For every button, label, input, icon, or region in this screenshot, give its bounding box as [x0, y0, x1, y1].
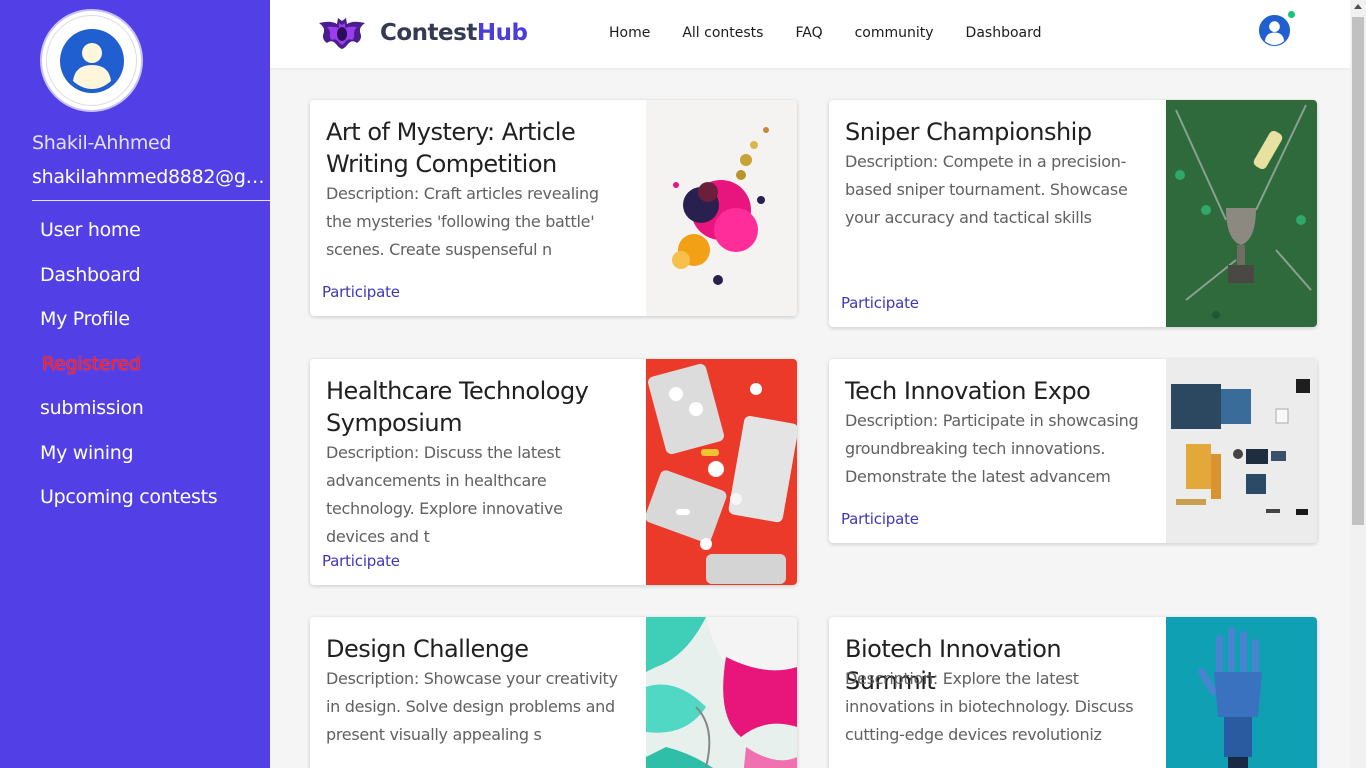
contest-image [1166, 100, 1317, 327]
contest-title: Art of Mystery: Article Writing Competit… [326, 118, 576, 178]
contest-card: Tech Innovation Expo Description: Partic… [829, 359, 1317, 543]
logo[interactable]: ContestHub [317, 17, 528, 49]
nav-all-contests[interactable]: All contests [682, 25, 763, 41]
sidebar-item-dashboard[interactable]: Dashboard [40, 253, 217, 298]
user-name: Shakil-Ahhmed [32, 132, 172, 154]
sidebar-item-my-wining[interactable]: My wining [40, 431, 217, 476]
online-status-dot [1288, 11, 1295, 18]
contest-description: Description: Explore the latest innovati… [845, 669, 1134, 744]
top-nav: Home All contests FAQ community Dashboar… [609, 25, 1042, 41]
profile-avatar[interactable] [40, 9, 143, 112]
sidebar-nav: User home Dashboard My Profile Registere… [40, 208, 218, 520]
user-avatar-icon [59, 28, 124, 93]
contest-title: Tech Innovation Expo [845, 377, 1091, 405]
logo-text: ContestHub [380, 20, 528, 46]
participate-button[interactable]: Participate [841, 294, 919, 312]
nav-community[interactable]: community [855, 25, 934, 41]
user-email: shakilahmmed8882@gma... [32, 166, 270, 188]
contest-title: Healthcare Technology Symposium [326, 377, 589, 437]
contest-description: Description: Discuss the latest advancem… [326, 443, 563, 546]
contest-description: Description: Compete in a precision-base… [845, 152, 1128, 227]
scroll-up-icon[interactable] [1354, 4, 1362, 9]
contest-card: Healthcare Technology Symposium Descript… [310, 359, 797, 585]
contest-card: Design Challenge Description: Showcase y… [310, 617, 797, 768]
top-header: ContestHub Home All contests FAQ communi… [270, 0, 1350, 68]
contest-description: Description: Craft articles revealing th… [326, 184, 599, 259]
sidebar-item-registered[interactable]: Registered [40, 342, 217, 387]
sidebar-item-my-profile[interactable]: My Profile [40, 297, 217, 342]
contest-image [1166, 359, 1317, 543]
contest-card: Sniper Championship Description: Compete… [829, 100, 1317, 327]
page-scrollbar[interactable] [1350, 0, 1366, 768]
bat-logo-icon [319, 18, 365, 49]
contest-description: Description: Showcase your creativity in… [326, 669, 618, 744]
participate-button[interactable]: Participate [322, 552, 400, 570]
sidebar-item-user-home[interactable]: User home [40, 208, 217, 253]
sidebar-item-upcoming-contests[interactable]: Upcoming contests [40, 475, 218, 520]
scroll-thumb[interactable] [1352, 17, 1364, 525]
nav-home[interactable]: Home [609, 25, 650, 41]
sidebar-item-submission[interactable]: submission [40, 386, 217, 431]
nav-dashboard[interactable]: Dashboard [966, 25, 1042, 41]
contest-card: Biotech Innovation Summit Description: E… [829, 617, 1317, 768]
contest-card: Art of Mystery: Article Writing Competit… [310, 100, 797, 316]
sidebar-divider [32, 200, 270, 201]
participate-button[interactable]: Participate [322, 283, 400, 301]
contest-title: Sniper Championship [845, 118, 1092, 146]
contest-image [646, 100, 797, 316]
participate-button[interactable]: Participate [841, 510, 919, 528]
contest-image [646, 617, 797, 768]
contest-title: Design Challenge [326, 635, 529, 663]
nav-faq[interactable]: FAQ [795, 25, 822, 41]
contest-image [646, 359, 797, 585]
sidebar: Shakil-Ahhmed shakilahmmed8882@gma... Us… [0, 0, 270, 768]
contest-image [1166, 617, 1317, 768]
contest-description: Description: Participate in showcasing g… [845, 411, 1139, 486]
header-user-avatar-icon[interactable] [1258, 14, 1291, 47]
